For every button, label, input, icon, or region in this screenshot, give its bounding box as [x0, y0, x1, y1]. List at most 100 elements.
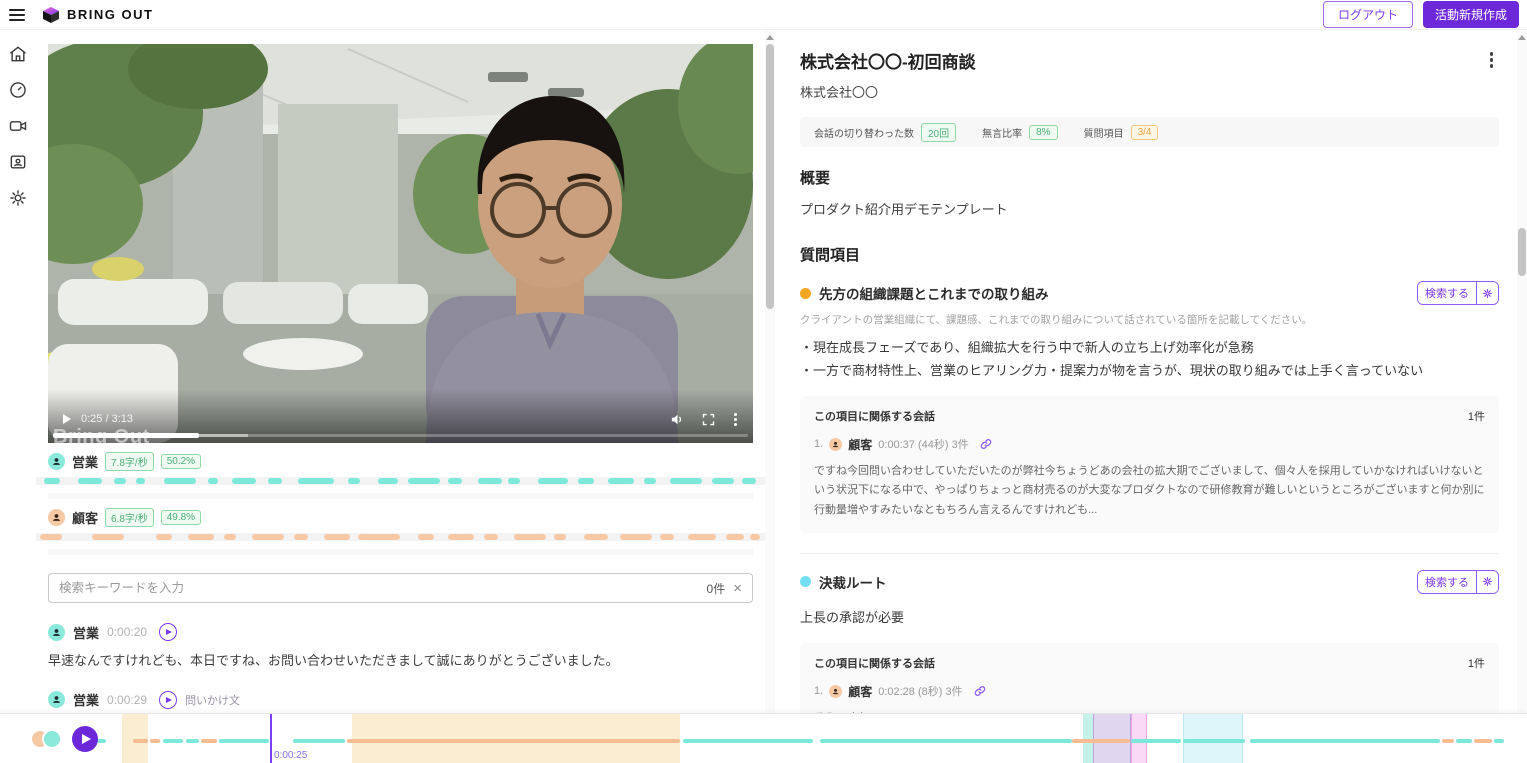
timeline-segment — [1456, 739, 1472, 743]
entry-text: 早速なんですけれども、本日ですね、お問い合わせいただきまして誠にありがとうござい… — [48, 653, 619, 668]
timeline-segment — [293, 739, 345, 743]
clear-search-icon[interactable]: × — [733, 581, 742, 596]
call-playback-panel: Bring Out 0:25 / 3:13 営業 — [36, 30, 765, 763]
question-title: 決裁ルート — [819, 575, 887, 591]
ref-index: 1. — [814, 685, 824, 698]
timeline-segment — [347, 739, 680, 743]
stat-value-badge: 20回 — [921, 122, 957, 142]
timeline-play-button[interactable] — [72, 726, 98, 752]
overview-text: プロダクト紹介用デモテンプレート — [800, 202, 1008, 217]
logout-button[interactable]: ログアウト — [1322, 1, 1413, 28]
related-conversation-card: この項目に関係する会話 1件 1. 顧客 0:00:37 (44秒) 3件 です… — [800, 395, 1499, 533]
timeline-segment — [1072, 739, 1130, 743]
panel-scrollbar[interactable] — [765, 30, 775, 713]
question-search-button[interactable]: 検索する — [1418, 282, 1476, 304]
company-name: 株式会社〇〇 — [800, 85, 879, 100]
timeline-segment — [1183, 739, 1245, 743]
questions-heading: 質問項目 — [800, 247, 861, 264]
entry-play-button[interactable] — [159, 690, 178, 709]
entry-timestamp: 0:00:20 — [107, 625, 148, 639]
speaker-name: 営業 — [72, 454, 99, 470]
ref-speaker: 顧客 — [848, 684, 873, 699]
dashboard-icon[interactable] — [8, 80, 28, 100]
scroll-up-icon[interactable] — [766, 35, 774, 40]
stat-label: 会話の切り替わった数 — [814, 128, 914, 140]
timeline-segment — [1442, 739, 1454, 743]
talk-share-badge: 50.2% — [160, 453, 202, 469]
ref-meta: 0:00:37 (44秒) 3件 — [878, 439, 969, 451]
question-settings-button[interactable] — [1476, 282, 1498, 304]
customer-avatar — [829, 437, 843, 451]
question-search-button[interactable]: 検索する — [1418, 570, 1476, 593]
video-progress-bar[interactable] — [53, 433, 748, 438]
overview-heading: 概要 — [800, 170, 831, 187]
top-bar: BRING OUT ログアウト 活動新規作成 — [0, 0, 1527, 30]
timeline-segment — [150, 739, 160, 743]
stat-value-badge: 3/4 — [1130, 124, 1159, 140]
timeline-segment — [683, 739, 813, 743]
search-input[interactable] — [59, 581, 699, 595]
page-scrollbar[interactable] — [1517, 30, 1527, 713]
customer-avatar — [829, 684, 843, 698]
speech-rate-badge: 7.8字/秒 — [105, 451, 154, 471]
timeline-segment — [133, 739, 148, 743]
entry-play-button[interactable] — [159, 623, 178, 641]
sales-avatar — [42, 729, 62, 749]
related-label: この項目に関係する会話 — [814, 410, 935, 423]
scroll-up-icon[interactable] — [1518, 35, 1526, 40]
stat-label: 無言比率 — [982, 128, 1023, 140]
timeline-segment — [201, 739, 217, 743]
sales-activity-track[interactable] — [36, 477, 765, 485]
search-result-count: 0件 — [706, 581, 726, 596]
meeting-more-options-icon[interactable] — [1484, 48, 1500, 72]
sales-avatar — [48, 691, 65, 708]
timeline-segment — [820, 739, 1072, 743]
speaker-name: 顧客 — [72, 510, 99, 526]
scrollbar-thumb[interactable] — [766, 44, 774, 309]
speaker-sales-block: 営業 7.8字/秒 50.2% — [36, 450, 765, 499]
gear-icon — [1483, 577, 1492, 587]
contact-card-icon[interactable] — [8, 152, 28, 172]
video-camera-icon[interactable] — [8, 116, 28, 136]
timeline-segment — [1474, 739, 1492, 743]
video-player[interactable]: Bring Out 0:25 / 3:13 — [48, 44, 753, 443]
settings-gear-icon[interactable] — [8, 188, 28, 208]
meeting-title: 株式会社〇〇-初回商談 — [800, 53, 976, 72]
video-frame — [48, 44, 753, 443]
call-stats-bar: 会話の切り替わった数 20回 無言比率 8% 質問項目 3/4 — [800, 117, 1499, 147]
question-item: 先方の組織課題とこれまでの取り組み 検索する クライアントの営業組織にて、課題感… — [800, 281, 1499, 554]
sales-avatar — [48, 623, 65, 641]
entry-tag: 問いかけ文 — [185, 694, 241, 707]
entry-speaker: 営業 — [73, 625, 100, 641]
create-activity-button[interactable]: 活動新規作成 — [1422, 1, 1519, 28]
brand-name: BRING OUT — [67, 7, 154, 22]
gear-icon — [1483, 288, 1492, 298]
question-dot-icon — [800, 576, 811, 588]
entry-speaker: 営業 — [73, 693, 100, 708]
link-icon[interactable] — [979, 437, 993, 451]
speech-rate-badge: 6.8字/秒 — [105, 507, 154, 527]
related-count: 1件 — [1467, 657, 1485, 670]
hamburger-menu-icon[interactable] — [0, 0, 34, 30]
fullscreen-icon[interactable] — [701, 412, 716, 427]
video-play-icon[interactable] — [63, 414, 71, 424]
video-more-options-icon[interactable] — [732, 411, 739, 428]
ref-meta: 0:02:28 (8秒) 3件 — [878, 686, 963, 699]
speaker-customer-block: 顧客 6.8字/秒 49.8% — [36, 506, 765, 555]
timeline-playhead[interactable]: 0:00:25 — [270, 714, 307, 763]
customer-activity-track[interactable] — [36, 533, 765, 541]
link-icon[interactable] — [973, 684, 987, 698]
home-icon[interactable] — [8, 44, 28, 64]
timeline-segment — [1131, 739, 1181, 743]
transcript-entry: 営業 0:00:20 早速なんですけれども、本日ですね、お問い合わせいただきまし… — [48, 622, 753, 671]
ref-speaker: 顧客 — [848, 437, 873, 452]
customer-avatar — [48, 508, 65, 526]
question-settings-button[interactable] — [1476, 570, 1498, 593]
brand-logo: BRING OUT — [42, 6, 153, 24]
talk-share-badge: 49.8% — [160, 509, 202, 525]
call-timeline-bar: 0:00:25 — [0, 713, 1527, 763]
volume-icon[interactable] — [670, 412, 685, 427]
scrollbar-thumb[interactable] — [1518, 228, 1526, 276]
meeting-detail-panel: 株式会社〇〇-初回商談 株式会社〇〇 会話の切り替わった数 20回 無言比率 8… — [775, 30, 1517, 763]
question-answer-line: 上長の承認が必要 — [800, 609, 905, 625]
